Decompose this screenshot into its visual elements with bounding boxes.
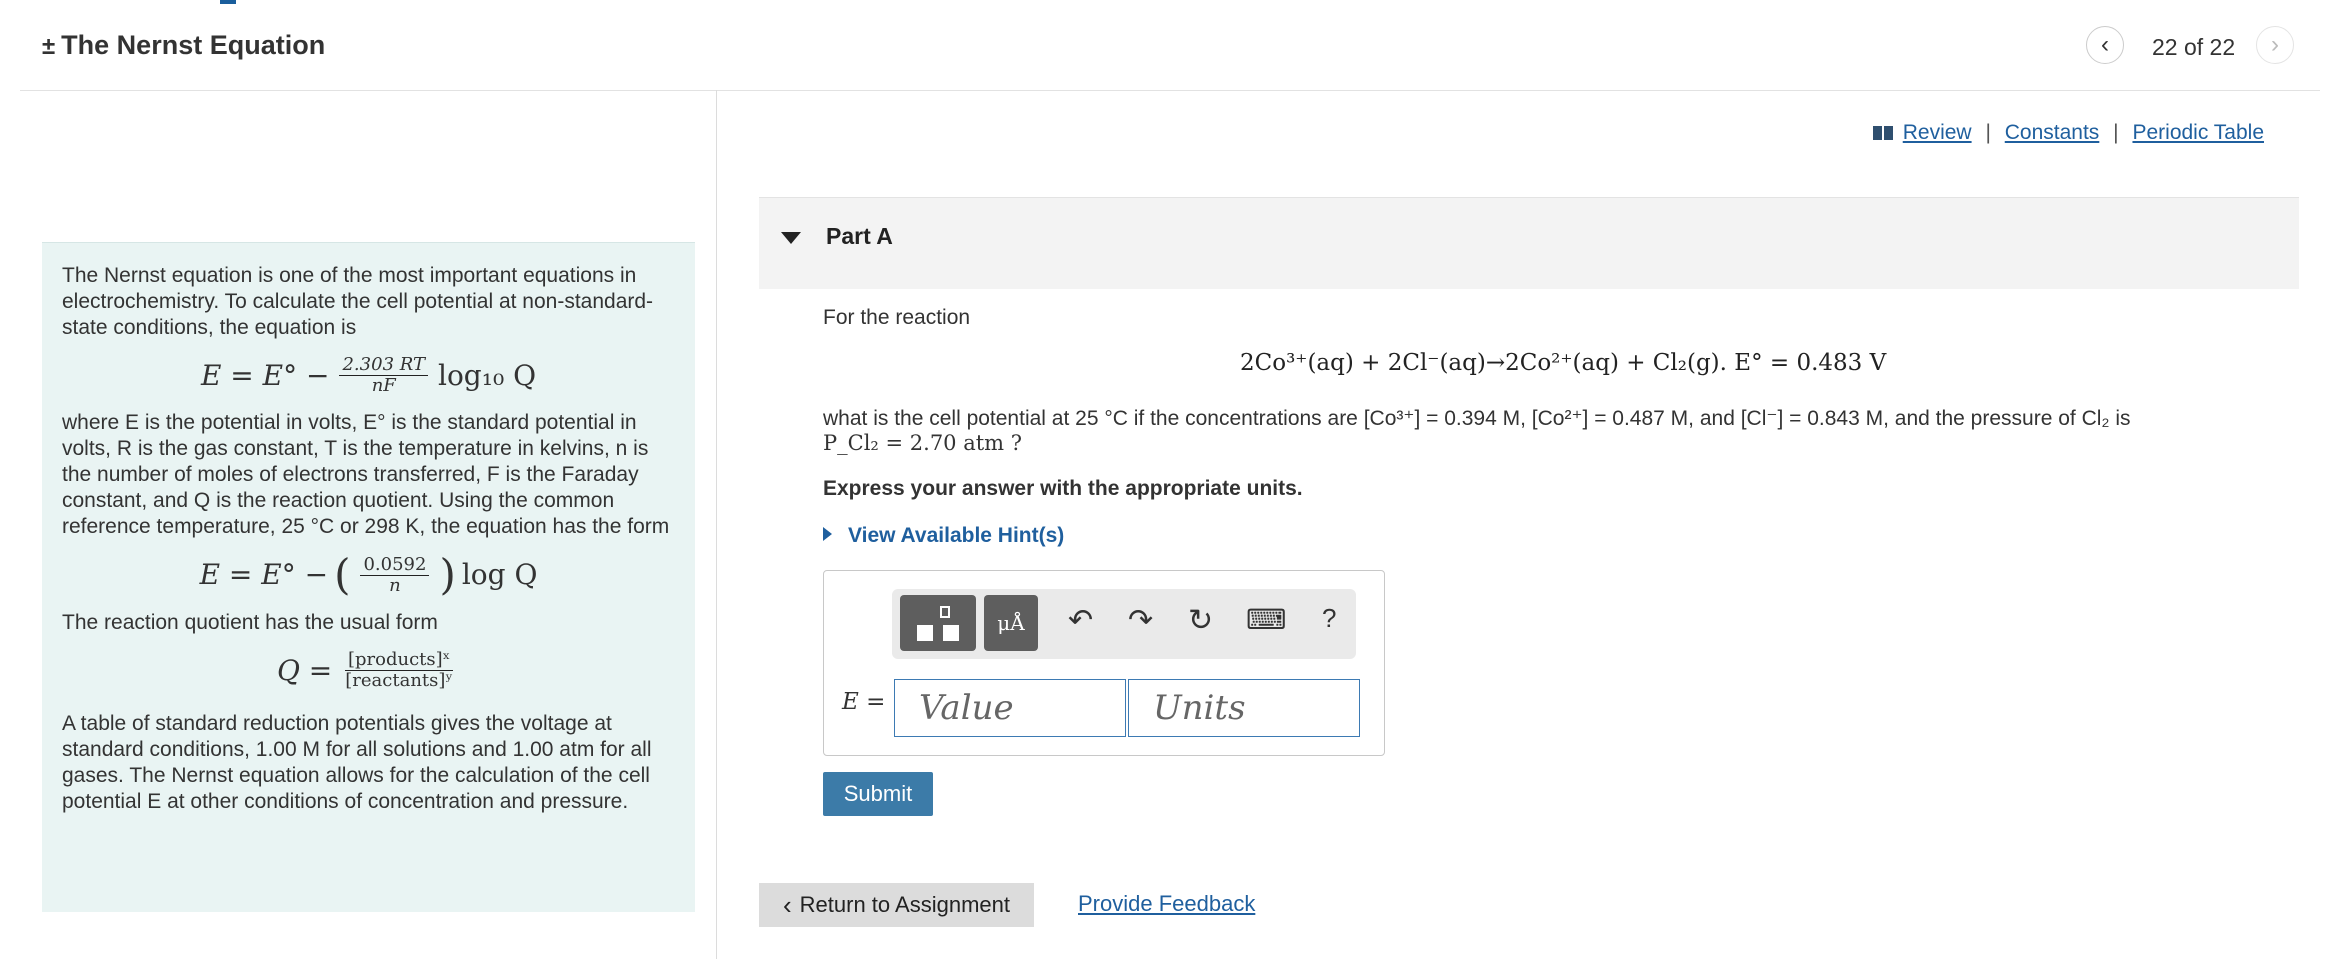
caret-right-icon	[823, 527, 832, 541]
title-prefix: ±	[42, 33, 56, 60]
keyboard-icon[interactable]: ⌨	[1246, 603, 1286, 636]
resource-links: Review | Constants | Periodic Table	[1872, 121, 2264, 145]
question-line-1: what is the cell potential at 25 °C if t…	[823, 407, 2131, 430]
page-header: ± The Nernst Equation ‹ 22 of 22 ›	[20, 0, 2320, 91]
collapse-triangle-icon[interactable]	[781, 232, 801, 244]
reset-icon[interactable]: ↻	[1188, 603, 1213, 638]
answer-instruction: Express your answer with the appropriate…	[823, 477, 1303, 500]
question-intro: For the reaction	[823, 306, 971, 329]
eq3-lhs: Q =	[276, 653, 333, 687]
units-symbol-button[interactable]: μÅ	[984, 595, 1038, 651]
question-line-2: P_Cl₂ = 2.70 atm ?	[823, 431, 1023, 455]
help-button[interactable]: ?	[1322, 603, 1336, 634]
eq2-numerator: 0.0592	[360, 554, 430, 576]
eq3-fraction: [products]ˣ [reactants]ʸ	[342, 650, 456, 691]
next-item-button[interactable]: ›	[2256, 26, 2294, 64]
item-counter: 22 of 22	[2152, 34, 2236, 60]
eq1-fraction: 2.303 RT nF	[339, 355, 428, 396]
previous-item-button[interactable]: ‹	[2086, 26, 2124, 64]
answer-label: E =	[842, 689, 886, 715]
templates-button[interactable]	[900, 595, 976, 651]
eq1-rhs: log₁₀ Q	[437, 358, 537, 392]
chevron-left-icon: ‹	[782, 889, 792, 920]
book-icon	[1872, 126, 1893, 140]
constants-link[interactable]: Constants	[2005, 121, 2100, 144]
eq2-rhs: log Q	[461, 558, 538, 591]
redo-icon[interactable]: ↷	[1128, 603, 1153, 638]
review-link[interactable]: Review	[1903, 121, 1972, 144]
link-separator: |	[2113, 121, 2119, 144]
nernst-equation-298k: E = E° − ( 0.0592 n ) log Q	[199, 550, 538, 599]
hint-label: View Available Hint(s)	[848, 524, 1065, 547]
intro-info-panel: The Nernst equation is one of the most i…	[42, 242, 695, 912]
periodic-table-link[interactable]: Periodic Table	[2132, 121, 2264, 144]
info-paragraph-4: A table of standard reduction potentials…	[62, 712, 652, 813]
eq1-numerator: 2.303 RT	[339, 355, 428, 376]
fraction-template-icon	[917, 606, 959, 641]
provide-feedback-link[interactable]: Provide Feedback	[1078, 891, 1255, 917]
link-separator: |	[1985, 121, 1991, 144]
eq2-denominator: n	[389, 574, 401, 596]
units-input[interactable]: Units	[1128, 679, 1360, 737]
eq3-numerator: [products]ˣ	[345, 650, 454, 671]
return-to-assignment-button[interactable]: ‹ Return to Assignment	[759, 883, 1034, 927]
info-paragraph-3: The reaction quotient has the usual form	[62, 611, 438, 634]
angstrom-mu-icon: μÅ	[997, 611, 1025, 635]
reaction-equation: 2Co³⁺(aq) + 2Cl⁻(aq)→2Co²⁺(aq) + Cl₂(g).…	[1240, 350, 1887, 376]
undo-icon[interactable]: ↶	[1068, 603, 1093, 638]
submit-button[interactable]: Submit	[823, 772, 933, 816]
eq1-denominator: nF	[371, 375, 396, 396]
math-toolbar: μÅ ↶ ↷ ↻ ⌨ ?	[892, 589, 1356, 659]
part-title: Part A	[826, 223, 893, 249]
chevron-right-icon: ›	[2271, 31, 2279, 58]
eq3-denominator: [reactants]ʸ	[345, 670, 454, 691]
view-hints-toggle[interactable]: View Available Hint(s)	[823, 524, 1064, 548]
value-input[interactable]: Value	[894, 679, 1126, 737]
return-label: Return to Assignment	[799, 892, 1010, 917]
title-text: The Nernst Equation	[61, 30, 326, 60]
question-body: what is the cell potential at 25 °C if t…	[823, 406, 2303, 456]
eq1-lhs: E = E° −	[200, 358, 330, 392]
chevron-left-icon: ‹	[2101, 31, 2109, 58]
pane-divider	[716, 90, 717, 959]
part-a-header[interactable]: Part A	[759, 197, 2299, 289]
eq2-lhs: E = E° −	[199, 558, 329, 591]
reaction-quotient-equation: Q = [products]ˣ [reactants]ʸ	[62, 650, 675, 691]
info-paragraph-2: where E is the potential in volts, E° is…	[62, 411, 670, 538]
eq2-fraction: 0.0592 n	[360, 554, 430, 596]
info-paragraph-1: The Nernst equation is one of the most i…	[62, 264, 654, 339]
nernst-equation-general: E = E° − 2.303 RT nF log₁₀ Q	[62, 355, 675, 396]
answer-box: μÅ ↶ ↷ ↻ ⌨ ? E = Value Units	[823, 570, 1385, 756]
page-title: ± The Nernst Equation	[42, 30, 325, 61]
